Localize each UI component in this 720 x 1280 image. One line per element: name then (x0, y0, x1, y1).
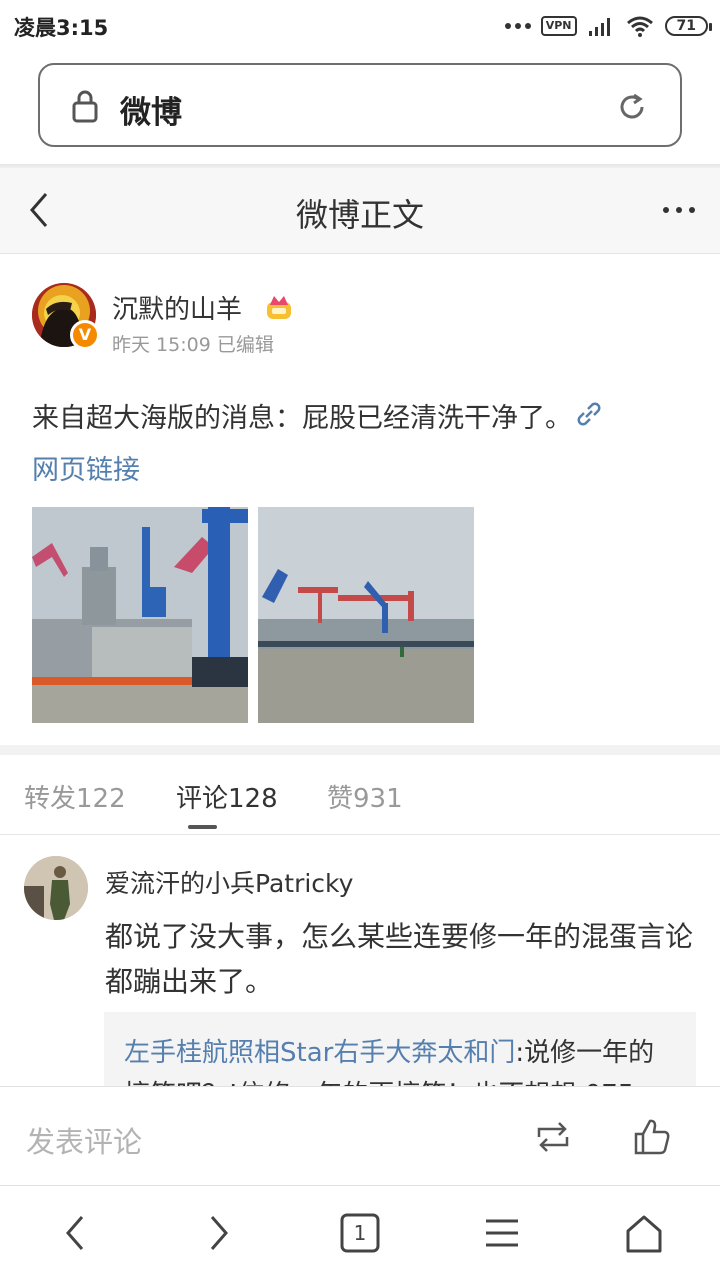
reply-author[interactable]: 左手桂航照相Star右手大奔太和门 (124, 1038, 515, 1068)
post-image-1[interactable] (32, 507, 248, 723)
vpn-icon: VPN (540, 16, 577, 36)
commenter-name[interactable]: 爱流汗的小兵Patricky (105, 864, 353, 900)
signal-icon (588, 18, 610, 36)
section-divider (0, 745, 720, 755)
status-bar: 凌晨3:15 VPN 71 (0, 0, 720, 52)
comment-input[interactable]: 发表评论 (26, 1119, 142, 1161)
interaction-tabs: 转发122 评论128 赞931 (0, 755, 720, 835)
tab-count: 1 (353, 1221, 367, 1245)
comment-item: 爱流汗的小兵Patricky 都说了没大事，怎么某些连要修一年的混蛋言论都蹦出来… (0, 836, 720, 1086)
lock-icon (72, 90, 98, 123)
browser-bottom-nav: 1 (0, 1187, 720, 1280)
commenter-avatar[interactable] (24, 856, 88, 920)
wifi-icon (626, 16, 653, 37)
link-icon[interactable] (574, 399, 604, 429)
comment-text: 都说了没大事，怎么某些连要修一年的混蛋言论都蹦出来了。 (105, 920, 694, 998)
comment-bar: 发表评论 (0, 1086, 720, 1186)
more-dots-icon (504, 23, 531, 29)
verified-badge: V (70, 320, 100, 350)
vip-crown-icon[interactable] (264, 293, 294, 321)
browser-forward-icon[interactable] (196, 1211, 240, 1255)
status-icons: VPN 71 (504, 12, 713, 40)
tabs-button[interactable]: 1 (338, 1211, 382, 1255)
author-name[interactable]: 沉默的山羊 (112, 289, 242, 326)
post-timestamp: 昨天 15:09 已编辑 (112, 334, 274, 356)
reload-icon[interactable] (616, 91, 648, 123)
address-bar[interactable]: 微博 (38, 63, 682, 147)
address-text: 微博 (120, 95, 182, 131)
like-icon[interactable] (632, 1117, 672, 1157)
weibo-post: V 沉默的山羊 昨天 15:09 已编辑 来自超大海版的消息：屁股已经清洗干净了… (0, 255, 720, 745)
tab-like[interactable]: 赞931 (327, 778, 403, 815)
status-time: 凌晨3:15 (14, 16, 109, 40)
browser-back-icon[interactable] (54, 1211, 98, 1255)
page-header: 微博正文 (0, 168, 720, 254)
page-title: 微博正文 (295, 196, 424, 234)
home-icon[interactable] (622, 1211, 666, 1255)
post-body: 来自超大海版的消息：屁股已经清洗干净了。 网页链接 (32, 393, 692, 497)
more-options-icon[interactable] (662, 200, 696, 220)
tab-comment[interactable]: 评论128 (176, 778, 278, 815)
repost-icon[interactable] (533, 1119, 573, 1155)
battery-icon: 71 (664, 16, 713, 36)
menu-icon[interactable] (480, 1211, 524, 1255)
post-text: 来自超大海版的消息：屁股已经清洗干净了。 (32, 403, 572, 434)
active-tab-indicator (188, 825, 217, 829)
reply-preview[interactable]: 左手桂航照相Star右手大奔太和门:说修一年的搞笑吧？!信修一年的更搞笑！也不想… (104, 1012, 696, 1086)
post-image-2[interactable] (258, 507, 474, 723)
web-link[interactable]: 网页链接 (32, 455, 140, 486)
tab-repost[interactable]: 转发122 (24, 778, 126, 815)
